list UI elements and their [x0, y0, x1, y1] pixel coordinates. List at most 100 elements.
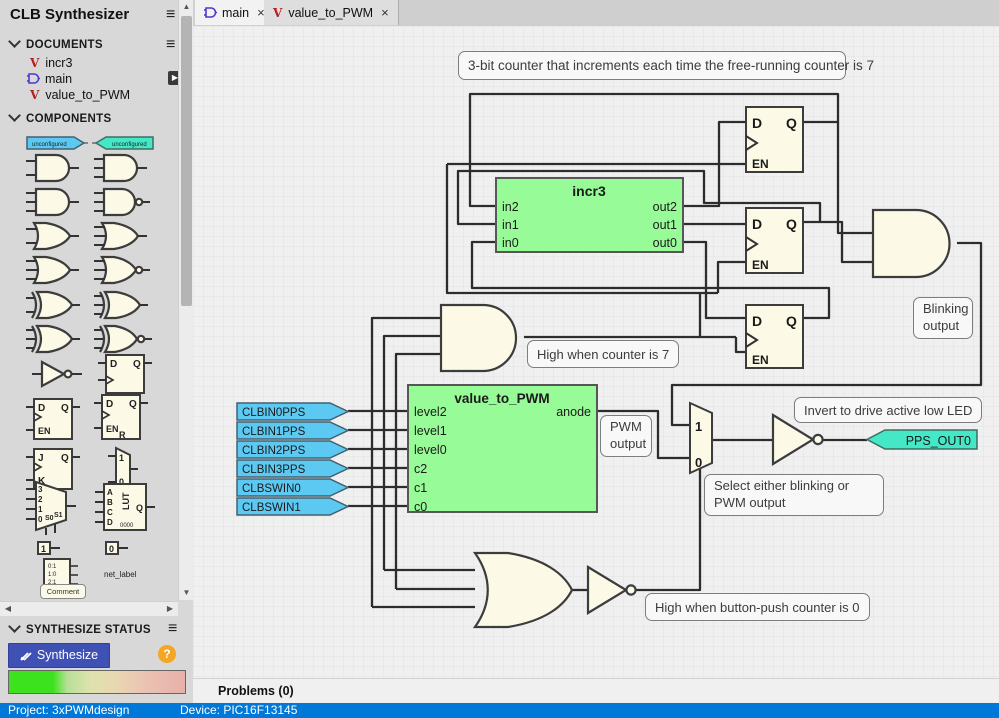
svg-text:A: A	[107, 488, 113, 497]
scrollbar-thumb[interactable]	[181, 16, 192, 306]
svg-text:Q: Q	[136, 503, 143, 513]
palette-const0[interactable]: 0	[104, 540, 138, 556]
components-header[interactable]: COMPONENTS	[10, 113, 111, 125]
annotation-high-counter7[interactable]: High when counter is 7	[527, 340, 679, 368]
svg-text:2: 2	[38, 495, 43, 504]
status-project: Project: 3xPWMdesign	[8, 703, 129, 718]
palette-or3-gate[interactable]	[92, 220, 156, 252]
palette-nor-gate[interactable]	[92, 254, 156, 286]
palette-inverter-gate[interactable]	[28, 358, 86, 390]
palette-mux4[interactable]: 3 2 1 0 S0 S1	[22, 480, 88, 536]
svg-text:c1: c1	[414, 481, 427, 495]
svg-text:level1: level1	[414, 424, 447, 438]
svg-text:Q: Q	[786, 313, 797, 329]
palette-dff-en[interactable]: D Q EN	[24, 396, 86, 442]
svg-text:D: D	[107, 518, 113, 527]
palette-and4-gate[interactable]	[24, 186, 88, 218]
palette-net-label[interactable]: net_label	[104, 570, 136, 579]
palette-and3-gate[interactable]	[92, 152, 156, 184]
tab-value-to-pwm[interactable]: Vvalue_to_PWM×	[264, 0, 399, 25]
palette-input-pin[interactable]: unconfigured	[26, 135, 88, 151]
doc-item-value-to-pwm[interactable]: Vvalue_to_PWM	[30, 88, 130, 104]
svg-text:in2: in2	[502, 200, 519, 214]
app-title: CLB Synthesizer	[10, 6, 129, 23]
annotation-pwm-output[interactable]: PWM output	[600, 415, 652, 457]
status-device: Device: PIC16F13145	[180, 703, 297, 718]
svg-text:Q: Q	[133, 359, 141, 370]
palette-dff-en-r[interactable]: D Q EN R	[92, 392, 154, 446]
synthesize-button[interactable]: Synthesize	[8, 643, 110, 668]
input-pin-clbin2pps[interactable]: CLBIN2PPS	[237, 441, 348, 458]
palette-lut[interactable]: A B C D LUT Q 0000	[92, 480, 158, 536]
annotation-blinking-output[interactable]: Blinking output	[913, 297, 973, 339]
chevron-down-icon	[8, 109, 21, 122]
scroll-down-icon[interactable]: ▼	[179, 586, 194, 600]
schematic-file-icon	[27, 73, 40, 87]
palette-xor3-gate[interactable]	[92, 288, 156, 322]
svg-text:1: 1	[38, 505, 43, 514]
svg-text:level2: level2	[414, 405, 447, 419]
svg-text:c0: c0	[414, 500, 427, 514]
palette-or2-gate[interactable]	[24, 220, 88, 252]
palette-dff[interactable]: D Q	[96, 352, 158, 396]
palette-or4-gate[interactable]	[24, 254, 88, 286]
palette-output-pin[interactable]: unconfigured	[92, 135, 154, 151]
svg-text:1: 1	[41, 544, 46, 554]
annotation-select-output[interactable]: Select either blinking or PWM output	[704, 474, 884, 516]
tab-main[interactable]: main×	[195, 0, 275, 25]
block-value-to-pwm[interactable]: value_to_PWM level2 level1 level0 c2 c1 …	[408, 385, 597, 514]
palette-and2-gate[interactable]	[24, 152, 88, 184]
svg-text:0:1: 0:1	[48, 564, 57, 570]
annotation-counter[interactable]: 3-bit counter that increments each time …	[458, 51, 846, 80]
input-pin-clbswin1[interactable]: CLBSWIN1	[237, 498, 348, 515]
dff-bit2[interactable]: D Q EN	[746, 107, 803, 172]
svg-text:S1: S1	[54, 512, 63, 519]
synthesize-menu-icon[interactable]: ≡	[168, 622, 184, 636]
svg-text:0000: 0000	[120, 523, 134, 529]
svg-text:D: D	[752, 313, 762, 329]
synthesize-status-header[interactable]: SYNTHESIZE STATUS	[10, 624, 151, 636]
doc-item-incr3[interactable]: Vincr3	[30, 56, 72, 72]
svg-text:3: 3	[38, 485, 43, 494]
and3-gate-counter7[interactable]	[441, 305, 516, 371]
palette-xor4-gate[interactable]	[24, 322, 88, 356]
mux2[interactable]: 1 0	[690, 403, 712, 473]
tab-bar: main× Vvalue_to_PWM×	[193, 0, 999, 27]
output-pin-pps-out0[interactable]: PPS_OUT0	[867, 430, 977, 449]
close-tab-icon[interactable]: ×	[381, 5, 389, 20]
svg-text:out2: out2	[653, 200, 677, 214]
svg-text:EN: EN	[752, 353, 769, 367]
svg-text:Q: Q	[61, 403, 69, 414]
svg-text:D: D	[38, 403, 45, 414]
input-pin-clbin3pps[interactable]: CLBIN3PPS	[237, 460, 348, 477]
palette-hscrollbar[interactable]: ◀ ▶	[0, 601, 178, 616]
documents-header[interactable]: DOCUMENTS	[10, 39, 103, 51]
palette-const1[interactable]: 1	[36, 540, 70, 556]
palette-nand-gate[interactable]	[92, 186, 156, 218]
palette-comment[interactable]: Comment	[40, 584, 86, 599]
scroll-up-icon[interactable]: ▲	[179, 0, 194, 14]
problems-bar[interactable]: Problems (0)	[193, 678, 999, 703]
block-incr3[interactable]: incr3 in2 in1 in0 out2 out1 out0	[496, 178, 683, 252]
sidebar-vscrollbar[interactable]: ▲ ▼	[178, 0, 194, 600]
annotation-invert-led[interactable]: Invert to drive active low LED	[794, 397, 982, 423]
scroll-right-icon[interactable]: ▶	[163, 602, 177, 616]
schematic-canvas[interactable]: 1 0 D Q EN D Q EN	[193, 26, 999, 678]
input-pin-clbin0pps[interactable]: CLBIN0PPS	[237, 403, 348, 420]
svg-text:CLBIN2PPS: CLBIN2PPS	[242, 445, 306, 457]
doc-item-main[interactable]: main	[27, 72, 72, 88]
dff-bit1[interactable]: D Q EN	[746, 208, 803, 273]
palette-xor2-gate[interactable]	[24, 288, 88, 322]
svg-text:incr3: incr3	[572, 183, 606, 199]
help-button[interactable]: ?	[158, 645, 176, 663]
dff-bit0[interactable]: D Q EN	[746, 305, 803, 368]
scroll-left-icon[interactable]: ◀	[1, 602, 15, 616]
input-pin-clbswin0[interactable]: CLBSWIN0	[237, 479, 348, 496]
annotation-high-counter0[interactable]: High when button-push counter is 0	[645, 593, 870, 621]
svg-text:EN: EN	[752, 157, 769, 171]
palette-xnor-gate[interactable]	[92, 322, 156, 356]
sidebar: CLB Synthesizer ≡ DOCUMENTS ≡ Vincr3 mai…	[0, 0, 178, 703]
and2-gate-blink[interactable]	[873, 210, 950, 277]
svg-text:D: D	[106, 399, 113, 410]
input-pin-clbin1pps[interactable]: CLBIN1PPS	[237, 422, 348, 439]
